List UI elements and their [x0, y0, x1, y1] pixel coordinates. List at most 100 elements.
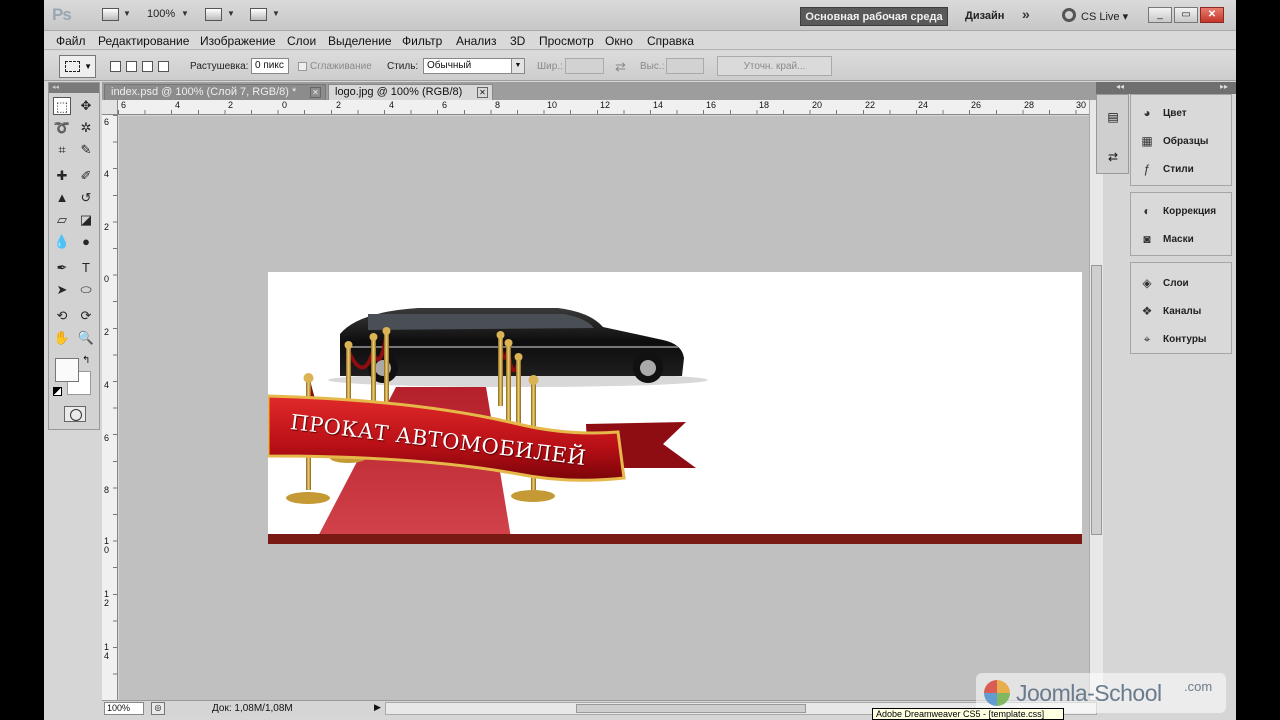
tools-panel-header[interactable]: ◂◂ [49, 83, 99, 93]
chevron-down-icon[interactable]: ▼ [227, 9, 235, 18]
panel-adjustments[interactable]: ◐ Коррекция [1139, 201, 1231, 221]
banner-image[interactable]: ПРОКАТ АВТОМОБИЛЕЙ [268, 272, 1082, 544]
menu-analysis[interactable]: Анализ [456, 34, 497, 48]
rectangular-marquee-tool-icon[interactable]: ⬚ [53, 97, 71, 115]
maximize-button[interactable]: ▭ [1174, 7, 1198, 23]
3d-orbit-tool-icon[interactable]: ⟳ [77, 307, 95, 325]
photoshop-window: Ps ▼ 100% ▼ ▼ ▼ Основная рабочая среда Д… [44, 0, 1236, 720]
vertical-scrollbar[interactable] [1089, 100, 1103, 700]
zoom-tool-icon[interactable]: 🔍 [77, 329, 95, 347]
close-button[interactable]: ✕ [1200, 7, 1224, 23]
menu-file[interactable]: Файл [56, 34, 86, 48]
menu-filter[interactable]: Фильтр [402, 34, 442, 48]
feather-input[interactable]: 0 пикс [251, 58, 289, 74]
expand-icon[interactable]: ▸▸ [1220, 82, 1228, 91]
crop-tool-icon[interactable]: ⌗ [53, 141, 71, 159]
healing-brush-tool-icon[interactable]: ✚ [53, 167, 71, 185]
refine-edge-button[interactable]: Уточн. край... [717, 56, 832, 76]
taskbar-tooltip: Adobe Dreamweaver CS5 - [template.css] [872, 708, 1064, 720]
ruler-tick-label: 18 [759, 100, 770, 110]
swap-dimensions-icon[interactable]: ⇄ [615, 59, 626, 75]
close-icon[interactable]: ✕ [477, 87, 488, 98]
ellipse-tool-icon[interactable]: ⬭ [77, 281, 95, 299]
ruler-tick-label: 24 [918, 100, 929, 110]
panel-masks[interactable]: ◙ Маски [1139, 229, 1231, 249]
intersect-selection-icon[interactable] [158, 61, 169, 72]
tab-logo-jpg[interactable]: logo.jpg @ 100% (RGB/8) ✕ [328, 84, 493, 100]
status-info-icon[interactable]: ◎ [151, 702, 165, 715]
antialias-checkbox[interactable] [298, 62, 307, 71]
blur-tool-icon[interactable]: 💧 [53, 233, 71, 251]
menu-help[interactable]: Справка [647, 34, 694, 48]
horizontal-ruler[interactable]: 6 4 2 0 2 4 6 8 10 12 14 16 18 20 22 24 … [118, 100, 1089, 115]
workspace-essentials-button[interactable]: Основная рабочая среда [800, 7, 948, 26]
panel-swatches[interactable]: ▦ Образцы [1139, 131, 1231, 151]
path-selection-tool-icon[interactable]: ➤ [53, 281, 71, 299]
foreground-color-swatch[interactable] [55, 358, 79, 382]
add-to-selection-icon[interactable] [126, 61, 137, 72]
magic-wand-tool-icon[interactable]: ✲ [77, 119, 95, 137]
3d-rotate-tool-icon[interactable]: ⟲ [53, 307, 71, 325]
clone-stamp-tool-icon[interactable]: ▲ [53, 189, 71, 207]
actions-panel-icon[interactable]: ⇄ [1105, 149, 1121, 165]
cs-live-menu[interactable]: CS Live ▾ [1081, 10, 1128, 23]
panel-layers[interactable]: ◈ Слои [1139, 273, 1231, 293]
move-tool-icon[interactable]: ✥ [77, 97, 95, 115]
menu-layers[interactable]: Слои [287, 34, 316, 48]
chevron-down-icon[interactable]: ▼ [123, 9, 131, 18]
minimize-button[interactable]: _ [1148, 7, 1172, 23]
menu-edit[interactable]: Редактирование [98, 34, 189, 48]
panel-color[interactable]: ◕ Цвет [1139, 103, 1231, 123]
height-input[interactable] [666, 58, 704, 74]
arrange-documents-icon[interactable] [205, 8, 222, 21]
zoom-input[interactable]: 100% [104, 702, 144, 715]
screen-mode-icon[interactable] [250, 8, 267, 21]
menu-window[interactable]: Окно [605, 34, 633, 48]
tab-index-psd[interactable]: index.psd @ 100% (Слой 7, RGB/8) * ✕ [104, 84, 326, 100]
type-tool-icon[interactable]: T [77, 259, 95, 277]
chevron-down-icon[interactable]: ▼ [181, 9, 189, 18]
new-selection-icon[interactable] [110, 61, 121, 72]
panel-paths[interactable]: ⌖ Контуры [1139, 329, 1231, 349]
panel-channels[interactable]: ❖ Каналы [1139, 301, 1231, 321]
color-panel-icon: ◕ [1143, 106, 1151, 120]
menu-view[interactable]: Просмотр [539, 34, 594, 48]
horizontal-scroll-thumb[interactable] [576, 704, 806, 713]
ruler-tick-label: 20 [812, 100, 823, 110]
vertical-scroll-thumb[interactable] [1091, 265, 1102, 535]
history-brush-tool-icon[interactable]: ↺ [77, 189, 95, 207]
status-menu-arrow-icon[interactable]: ▶ [374, 702, 381, 713]
style-select[interactable]: Обычный ▼ [423, 58, 525, 74]
chevron-down-icon[interactable]: ▼ [272, 9, 280, 18]
subtract-from-selection-icon[interactable] [142, 61, 153, 72]
vertical-ruler[interactable]: 6 4 2 0 2 4 6 8 1 0 1 2 1 4 [102, 115, 118, 700]
bridge-icon[interactable] [102, 8, 119, 21]
pen-tool-icon[interactable]: ✒ [53, 259, 71, 277]
cs-live-icon[interactable] [1062, 8, 1076, 22]
panel-styles[interactable]: ƒ Стили [1139, 159, 1231, 179]
eyedropper-tool-icon[interactable]: ✎ [77, 141, 95, 159]
eraser-tool-icon[interactable]: ▱ [53, 211, 71, 229]
tool-preset-picker[interactable]: ▼ [59, 55, 96, 78]
collapse-icon[interactable]: ◂◂ [1116, 82, 1124, 91]
panel-dock-header[interactable]: ◂◂ ▸▸ [1096, 82, 1236, 94]
brush-tool-icon[interactable]: ✐ [77, 167, 95, 185]
workspace-design-button[interactable]: Дизайн [965, 10, 1004, 22]
menu-image[interactable]: Изображение [200, 34, 276, 48]
paint-bucket-tool-icon[interactable]: ◪ [77, 211, 95, 229]
hand-tool-icon[interactable]: ✋ [53, 329, 71, 347]
quick-mask-icon[interactable] [64, 406, 86, 422]
dodge-tool-icon[interactable]: ● [77, 233, 95, 251]
menu-3d[interactable]: 3D [510, 34, 525, 48]
menu-select[interactable]: Выделение [328, 34, 392, 48]
swap-colors-icon[interactable]: ↰ [82, 355, 90, 366]
paths-panel-icon: ⌖ [1143, 332, 1151, 346]
default-colors-icon[interactable] [53, 387, 62, 396]
width-input[interactable] [565, 58, 604, 74]
close-icon[interactable]: ✕ [310, 87, 321, 98]
lasso-tool-icon[interactable]: ➰ [53, 119, 71, 137]
history-panel-icon[interactable]: ▤ [1105, 109, 1121, 125]
ruler-origin[interactable] [102, 100, 118, 115]
more-workspaces-icon[interactable]: » [1022, 6, 1030, 22]
zoom-level-dropdown[interactable]: 100% [147, 8, 175, 20]
